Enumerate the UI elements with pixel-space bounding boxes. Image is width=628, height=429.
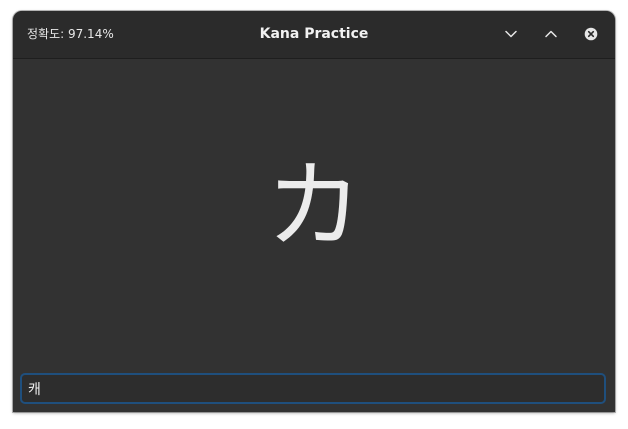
maximize-button[interactable]: [539, 22, 563, 46]
kana-character: カ: [266, 150, 362, 262]
close-button[interactable]: [579, 22, 603, 46]
answer-input[interactable]: [20, 373, 606, 404]
minimize-button[interactable]: [499, 22, 523, 46]
practice-area: カ: [13, 59, 615, 412]
close-icon: [584, 27, 598, 41]
chevron-down-icon: [505, 30, 517, 38]
window-title: Kana Practice: [259, 26, 369, 42]
headerbar: 정확도: 97.14% Kana Practice: [13, 11, 615, 59]
chevron-up-icon: [545, 30, 557, 38]
app-window: 정확도: 97.14% Kana Practice カ: [13, 11, 615, 412]
